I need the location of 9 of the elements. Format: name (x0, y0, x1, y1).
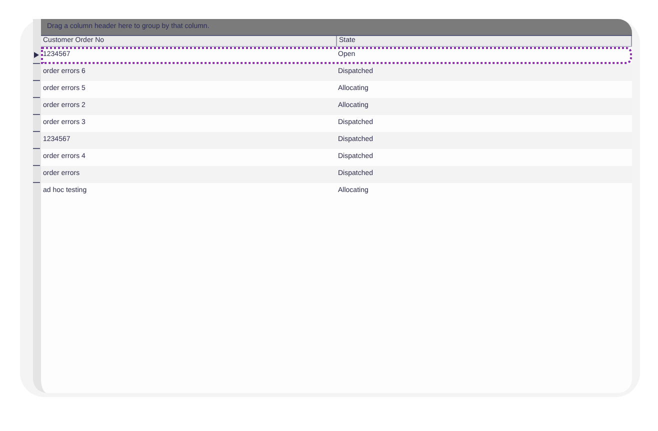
row-marker-icon (33, 63, 40, 64)
row-marker-icon (33, 131, 40, 132)
row-marker-icon (33, 182, 40, 183)
current-row-icon (34, 52, 39, 58)
row-marker-icon (33, 165, 40, 166)
row-marker-icon (33, 148, 40, 149)
row-marker-icon (33, 80, 40, 81)
row-marker-icon (33, 114, 40, 115)
row-marker-icon (33, 97, 40, 98)
